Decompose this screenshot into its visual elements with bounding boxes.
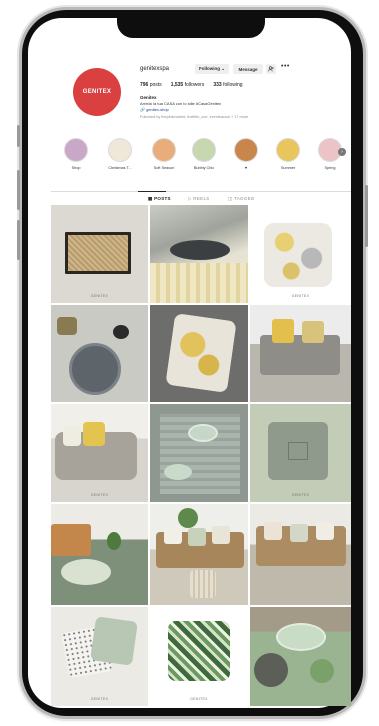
story-highlight[interactable]: Summer [274,138,302,170]
profile-stats: 796 posts 1,535 followers 333 following [140,82,243,88]
active-tab-indicator [138,191,166,192]
cup-image [113,325,129,339]
post-tile[interactable]: GENITEX [150,607,248,706]
highlight-label: Summer [280,166,296,170]
post-tile[interactable] [250,607,351,706]
cushion-image [90,616,138,666]
post-tile[interactable] [250,305,351,402]
add-user-button[interactable] [266,64,276,74]
tabs-divider [51,191,351,192]
placemat-image [65,232,131,274]
highlight-cover [276,138,300,162]
phone-volume-up [17,170,20,210]
chair-pad-image [268,422,328,480]
post-tile[interactable] [51,504,148,605]
post-tile[interactable]: GENITEX [250,404,351,502]
following-button[interactable]: Following ⌄ [195,64,229,74]
phone-volume-down [17,220,20,260]
jar-image [57,317,77,335]
profile-username: genitexspa [140,66,170,72]
tab-reels[interactable]: ▷ REELS [188,196,210,202]
followers-stat[interactable]: 1,535 followers [171,82,205,88]
highlight-label: Shop [71,166,81,170]
highlight-label: Bubbly Chic [193,166,215,170]
plant-image [107,532,121,550]
avatar-brand-text: GENITEX [82,89,112,95]
cushion-image [165,313,237,393]
plate-image [164,464,192,480]
post-tile[interactable] [150,404,248,502]
cushion-image [302,321,324,343]
tab-tagged[interactable]: ◫ TAGGED [228,196,255,202]
highlight-label: Spring [324,166,336,170]
dishes-image [61,559,111,585]
plate-image [276,623,326,651]
post-watermark: GENITEX [291,294,310,298]
chair-pad-image [264,223,332,287]
bowl-image [254,653,288,687]
post-tile[interactable]: GENITEX [51,205,148,303]
tablecloth-image [150,263,248,303]
cushion-image [272,319,294,343]
palm-chair-pad-image [168,621,230,681]
post-tile[interactable] [150,205,248,303]
story-highlight[interactable]: Soft Season [150,138,178,170]
story-highlight[interactable]: ♥ [232,138,260,170]
followed-by-text[interactable]: Followed by thepinkmarket, thelittle_zoe… [140,115,248,119]
cushion-image [63,426,81,446]
profile-avatar[interactable]: GENITEX [73,68,121,116]
highlights-next-icon[interactable]: › [338,148,346,156]
highlight-label: Christmas T... [108,166,132,170]
bio-text: Arredo la tua CASA con lo stile #CasaGen… [140,101,222,106]
post-tile[interactable]: GENITEX [51,607,148,706]
post-tile[interactable] [51,305,148,402]
story-highlight[interactable]: Christmas T... [106,138,134,170]
plate-image [69,343,121,395]
dishes-image [170,240,230,260]
post-tile[interactable] [250,504,351,605]
following-stat[interactable]: 333 following [213,82,242,88]
plant-image [178,508,198,528]
highlight-cover [234,138,258,162]
post-watermark: GENITEX [90,493,109,497]
pouf-image [190,570,216,598]
post-watermark: GENITEX [90,697,109,701]
tab-posts[interactable]: ▦ POSTS [148,196,171,202]
phone-mute-switch [17,125,20,147]
highlight-cover [152,138,176,162]
highlight-label: ♥ [244,166,248,170]
post-tile[interactable] [150,504,248,605]
highlight-cover [64,138,88,162]
post-tile[interactable]: GENITEX [51,404,148,502]
salad-image [310,659,334,683]
post-watermark: GENITEX [90,294,109,298]
story-highlight[interactable]: Bubbly Chic [190,138,218,170]
more-options-icon[interactable]: ••• [281,63,290,70]
person-plus-icon [268,66,274,72]
message-button[interactable]: Message [233,64,263,74]
highlight-cover [108,138,132,162]
phone-power-button [365,185,368,247]
post-tile[interactable] [150,305,248,402]
cushion-image [83,422,105,446]
phone-notch [117,18,265,38]
story-highlight[interactable]: Shop [62,138,90,170]
plate-image [188,424,218,442]
highlight-label: Soft Season [153,166,175,170]
post-watermark: GENITEX [190,697,208,701]
bio-name: Genitex [140,95,157,100]
post-tile[interactable]: GENITEX [250,205,351,303]
armchair-image [51,524,91,556]
bio-link[interactable]: 🔗 genitex.shop [140,107,169,112]
highlight-cover [192,138,216,162]
post-watermark: GENITEX [291,493,310,497]
posts-stat[interactable]: 796 posts [140,82,162,88]
